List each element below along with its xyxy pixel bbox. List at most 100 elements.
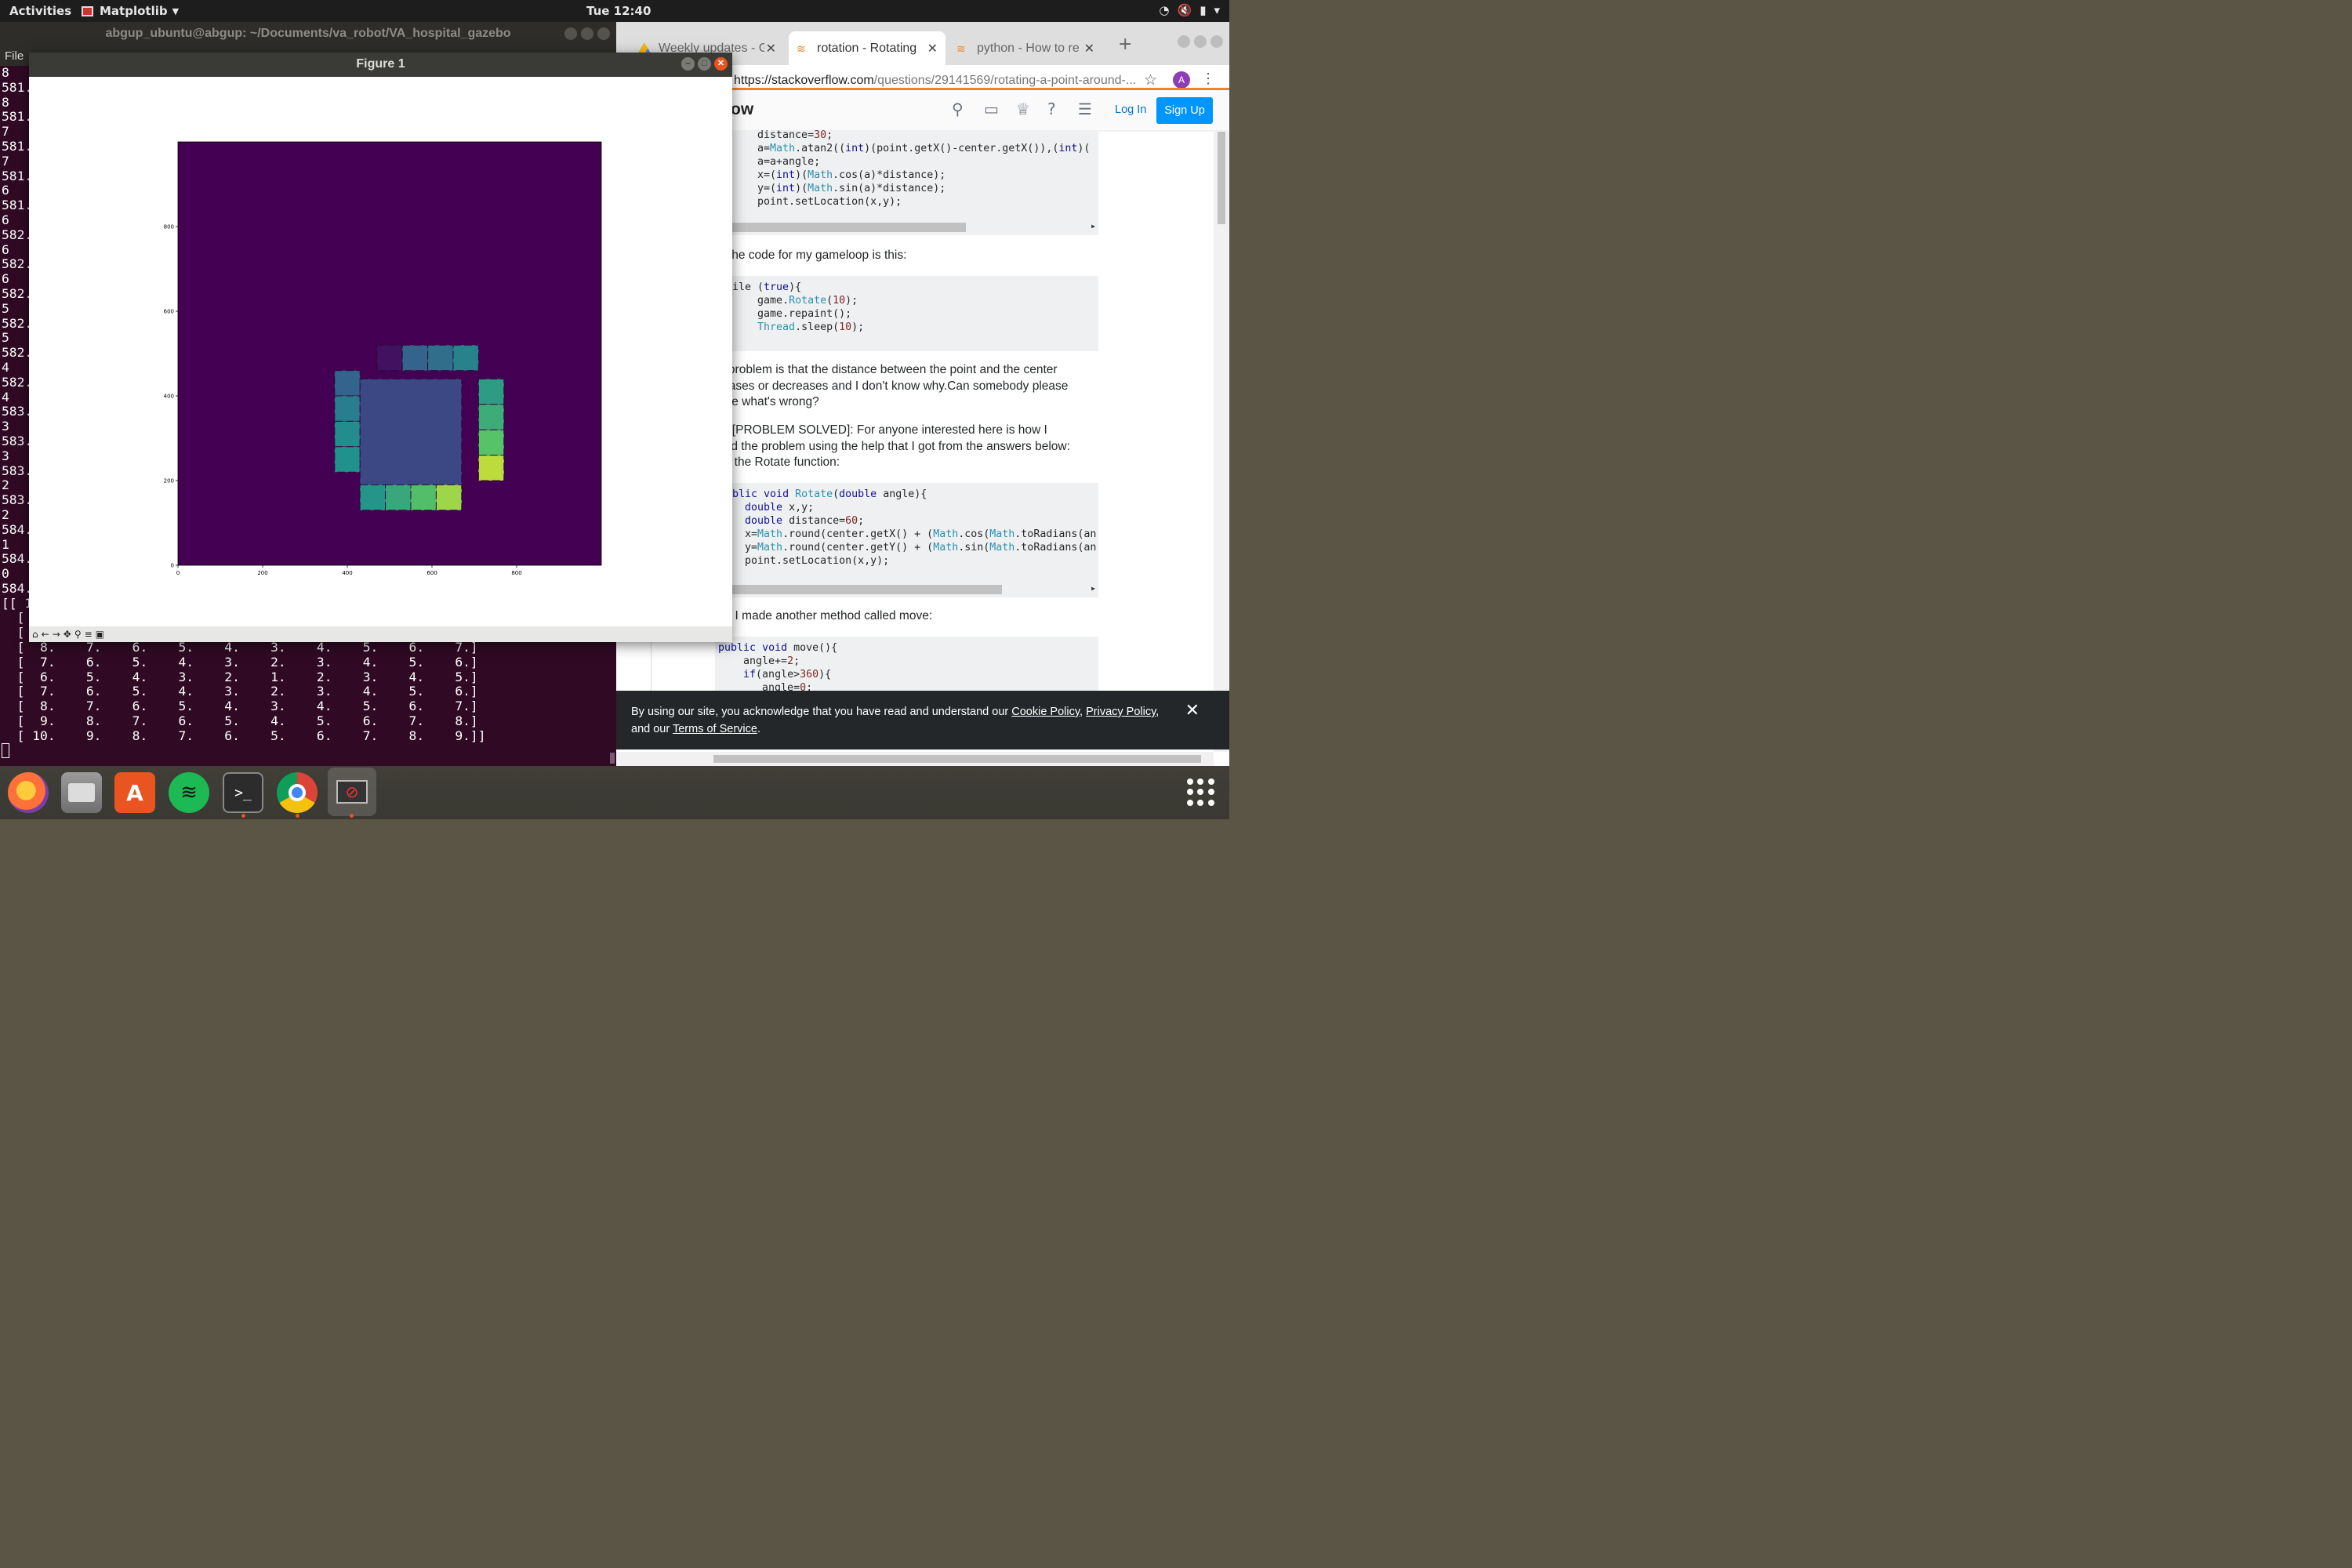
cookie-text-end: . [757, 723, 760, 735]
inbox-icon[interactable]: ▭ [984, 100, 999, 118]
x-tick-label: 200 [257, 570, 267, 576]
files-icon[interactable] [61, 772, 102, 813]
tab-label: python - How to re [977, 41, 1080, 55]
code-block[interactable]: distance=30; a=Math.atan2((int)(point.ge… [715, 130, 1098, 235]
tab-python[interactable]: ≋ python - How to re ✕ [949, 31, 1102, 65]
chevron-down-icon: ▾ [1214, 3, 1220, 17]
menu-kebab-icon[interactable]: ⋮ [1201, 71, 1215, 87]
chrome-icon[interactable] [277, 772, 318, 813]
help-icon[interactable]: ? [1047, 100, 1056, 118]
close-icon[interactable] [597, 27, 610, 40]
save-icon[interactable]: ▣ [96, 629, 104, 640]
activities-button[interactable]: Activities [9, 4, 71, 18]
heatmap-cell [376, 344, 403, 372]
app-menu[interactable]: Matplotlib ▼ [82, 4, 179, 18]
maximize-icon[interactable] [1194, 35, 1207, 48]
heatmap-cell [334, 395, 361, 422]
search-icon[interactable]: ⚲ [952, 100, 964, 118]
cookie-policy-link[interactable]: Cookie Policy [1011, 706, 1080, 718]
code-block[interactable]: blic void Rotate(double angle){ double x… [715, 483, 1098, 597]
page-horizontal-scrollbar[interactable] [616, 752, 1214, 766]
maximize-icon[interactable]: □ [698, 57, 711, 71]
zoom-icon[interactable]: ⚲ [74, 629, 82, 640]
trophy-icon[interactable]: ♕ [1016, 100, 1030, 118]
terminal-titlebar[interactable]: abgup_ubuntu@abgup: ~/Documents/va_robot… [0, 22, 616, 47]
maximize-icon[interactable] [581, 27, 593, 40]
cookie-banner: By using our site, you acknowledge that … [616, 691, 1229, 750]
not-responding-icon[interactable]: ⊘ [328, 768, 376, 816]
running-indicator [296, 814, 299, 818]
page-scrollbar[interactable] [1214, 130, 1229, 752]
heatmap-cell [477, 429, 505, 456]
close-icon[interactable]: ✕ [927, 41, 938, 56]
heatmap-cell [359, 484, 387, 511]
code-scrollbar[interactable] [715, 585, 1002, 594]
profile-avatar[interactable]: A [1173, 71, 1190, 89]
configure-subplots-icon[interactable]: ≡ [85, 629, 93, 640]
minimize-icon[interactable]: – [681, 57, 695, 71]
code-scrollbar[interactable] [715, 223, 966, 232]
heatmap-cell [401, 344, 429, 372]
wifi-icon: ◔ [1159, 3, 1170, 17]
bookmark-star-icon[interactable]: ☆ [1144, 71, 1157, 89]
code-block[interactable]: public void move(){ angle+=2; if(angle>3… [715, 637, 1098, 699]
plot-canvas[interactable]: 0 200 400 600 800 0 200 400 600 800 [29, 77, 732, 626]
stackexchange-icon[interactable]: ☰ [1078, 100, 1092, 118]
back-icon[interactable]: ← [42, 629, 49, 640]
close-icon[interactable]: ✕ [766, 41, 776, 56]
menu-file[interactable]: File [5, 49, 24, 63]
heatmap-cell [334, 370, 361, 397]
privacy-policy-link[interactable]: Privacy Policy [1086, 706, 1156, 718]
code-block[interactable]: ile (true){ game.Rotate(10); game.repain… [715, 276, 1098, 351]
scrollbar-thumb[interactable] [713, 755, 1201, 763]
software-center-icon[interactable]: A [114, 772, 155, 813]
post-paragraph: d the code for my gameloop is this: [718, 249, 907, 262]
log-in-link[interactable]: Log In [1115, 103, 1146, 116]
separator: , [1080, 706, 1087, 718]
scrollbar-thumb[interactable] [1218, 132, 1225, 224]
minimize-icon[interactable] [564, 27, 577, 40]
tab-rotation[interactable]: ≋ rotation - Rotating ✕ [789, 31, 946, 65]
y-tick-label: 200 [164, 478, 174, 485]
terminal-scrollbar[interactable] [610, 753, 615, 764]
show-applications-icon[interactable] [1187, 779, 1215, 807]
forward-icon[interactable]: → [53, 629, 60, 640]
heatmap-cell [334, 446, 361, 473]
close-icon[interactable]: ✕ [714, 57, 728, 71]
divider [651, 635, 652, 698]
app-menu-label: Matplotlib [100, 4, 168, 18]
post-paragraph: en I made another method called move: [718, 609, 933, 622]
spotify-icon[interactable]: ≋ [169, 772, 209, 813]
close-icon[interactable] [1210, 35, 1223, 48]
scroll-right-icon[interactable]: ▶ [1091, 582, 1095, 595]
y-tick-label: 800 [164, 224, 174, 230]
firefox-icon[interactable] [8, 772, 49, 813]
heatmap-cell [477, 378, 505, 405]
sign-up-button[interactable]: Sign Up [1156, 97, 1213, 124]
figure-title: Figure 1 [356, 57, 405, 71]
terminal-line: [ 9. 8. 7. 6. 5. 4. 5. 6. 7. 8.] [2, 713, 478, 729]
scroll-right-icon[interactable]: ▶ [1091, 220, 1095, 233]
pan-icon[interactable]: ✥ [64, 629, 71, 640]
figure-titlebar[interactable]: Figure 1 – □ ✕ [29, 53, 732, 77]
system-tray[interactable]: ◔ 🔇 ▮ ▾ [1159, 3, 1220, 17]
heatmap-cell [427, 344, 454, 372]
terms-of-service-link[interactable]: Terms of Service [673, 723, 757, 735]
terminal-line: [ 6. 5. 4. 3. 2. 1. 2. 3. 4. 5.] [2, 669, 478, 684]
running-indicator [241, 814, 245, 818]
close-icon[interactable]: ✕ [1084, 41, 1094, 56]
battery-icon: ▮ [1200, 3, 1207, 17]
stackoverflow-logo[interactable]: ow [731, 100, 753, 119]
figure-window[interactable]: Figure 1 – □ ✕ 0 200 400 600 800 0 200 400 600 80… [29, 53, 732, 642]
close-icon[interactable]: ✕ [1185, 702, 1200, 719]
running-indicator [350, 814, 354, 818]
heatmap-cell [410, 484, 437, 511]
clock[interactable]: Tue 12:40 [586, 4, 651, 18]
home-icon[interactable]: ⌂ [32, 629, 38, 640]
minimize-icon[interactable] [1178, 35, 1190, 48]
terminal-icon[interactable]: >_ [223, 772, 263, 813]
url-text[interactable]: https://stackoverflow.com/questions/2914… [734, 74, 1136, 88]
y-tick-label: 600 [164, 309, 174, 315]
new-tab-button[interactable]: + [1118, 34, 1132, 54]
terminal-line: [ 10. 9. 8. 7. 6. 5. 6. 7. 8. 9.]] [2, 728, 486, 743]
